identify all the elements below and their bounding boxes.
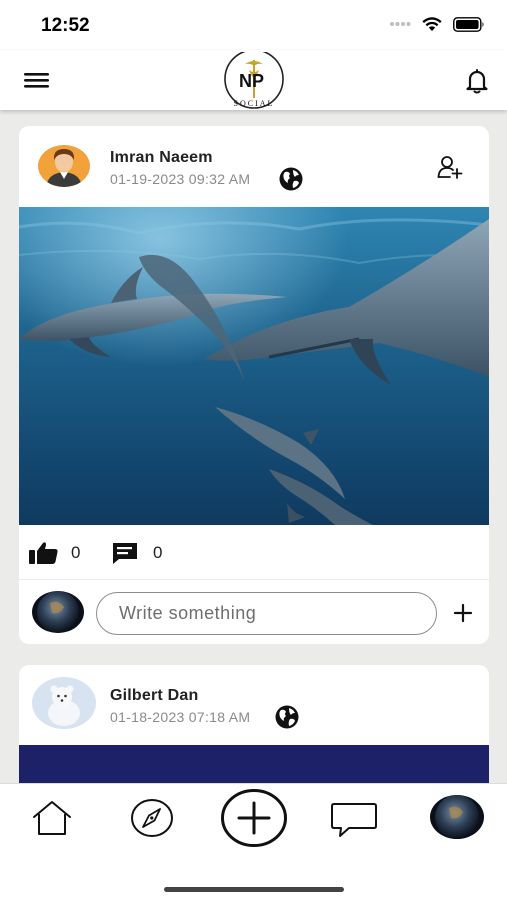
profile-avatar [430,795,484,839]
battery-icon [453,16,484,32]
globe-icon [275,705,299,729]
menu-icon [24,73,49,88]
chat-icon [331,803,377,837]
nav-home-button[interactable] [31,799,73,842]
thumbs-up-icon [29,542,58,564]
logo-subtitle: SOCIAL [234,99,275,108]
post-card: Imran Naeem 01-19-2023 09:32 AM 0 0 Writ… [19,126,489,644]
comment-composer [19,581,489,644]
comment-button[interactable] [111,541,139,565]
add-comment-button[interactable] [453,603,473,623]
comment-icon [113,543,137,564]
add-user-icon [437,156,463,179]
app-logo: NP SOCIAL [221,49,287,110]
current-user-avatar[interactable] [32,591,84,633]
author-avatar[interactable] [32,677,96,729]
globe-icon [279,167,303,191]
nav-explore-button[interactable] [130,798,174,843]
menu-button[interactable] [24,70,50,90]
author-name[interactable]: Gilbert Dan [110,687,198,705]
nav-profile-button[interactable] [430,795,484,839]
status-icons [389,16,485,32]
top-bar: NP SOCIAL [0,49,507,110]
follow-button[interactable] [437,154,463,180]
cellular-signal-icon [390,22,411,26]
comment-input[interactable] [96,592,437,635]
post-card: Gilbert Dan 01-18-2023 07:18 AM [19,665,489,783]
post-image[interactable] [19,745,489,783]
status-bar: 12:52 [0,0,507,50]
compass-icon [131,799,173,837]
feed[interactable]: Imran Naeem 01-19-2023 09:32 AM 0 0 Writ… [0,110,507,783]
like-count: 0 [71,543,81,562]
comment-count: 0 [153,543,163,562]
author-avatar[interactable] [38,145,90,187]
home-icon [33,801,71,835]
bell-icon [466,69,488,94]
status-time: 12:52 [41,15,90,36]
author-name[interactable]: Imran Naeem [110,149,213,167]
wifi-icon [422,17,442,31]
notifications-button[interactable] [465,68,489,94]
post-date: 01-19-2023 09:32 AM [110,171,251,187]
post-image[interactable] [19,207,489,525]
post-reactions: 0 0 [19,525,489,580]
nav-messages-button[interactable] [330,801,378,844]
add-circle-icon [221,789,287,847]
post-date: 01-18-2023 07:18 AM [110,709,251,725]
home-indicator [164,887,344,892]
nav-create-post-button[interactable] [220,788,288,853]
like-button[interactable] [29,541,59,565]
bottom-navigation [0,783,507,900]
plus-icon [453,603,473,623]
logo-letters: NP [239,71,264,91]
